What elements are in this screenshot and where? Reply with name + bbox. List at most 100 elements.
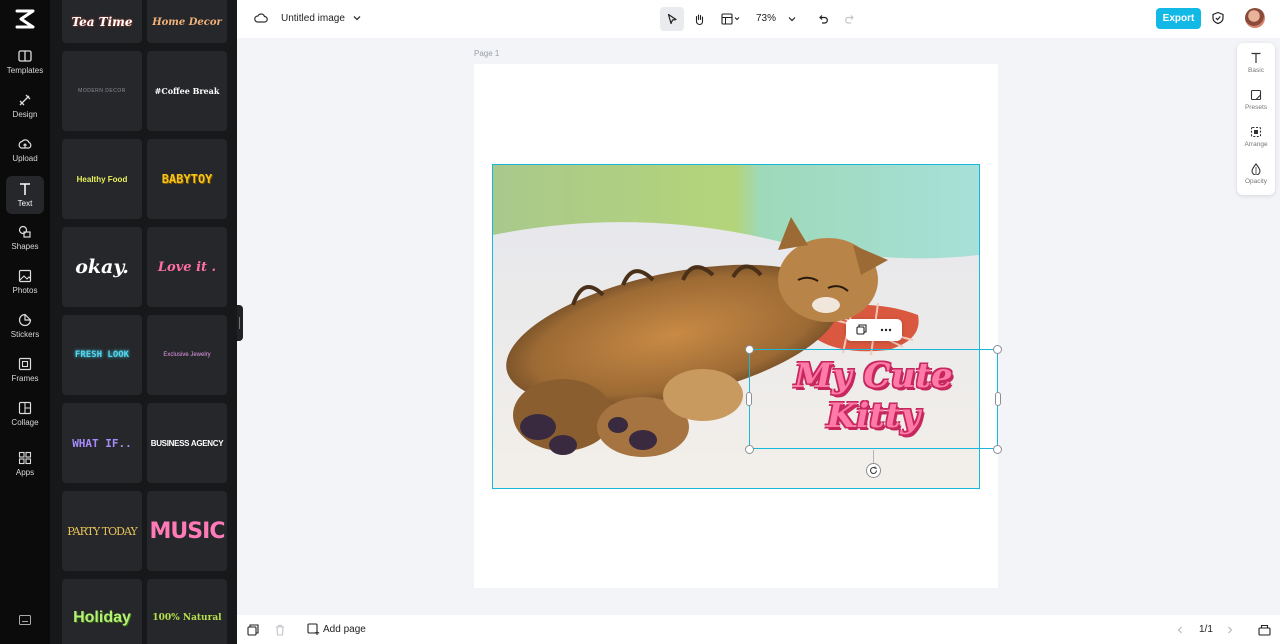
properties-presets[interactable]: Presets bbox=[1237, 89, 1275, 111]
nav-photos[interactable]: Photos bbox=[6, 266, 44, 304]
template-text: #Coffee Break bbox=[154, 86, 220, 96]
resize-handle-bottom-left[interactable] bbox=[745, 445, 754, 454]
text-template-tile[interactable]: Holiday bbox=[62, 579, 142, 644]
select-tool-button[interactable] bbox=[660, 7, 684, 31]
pointer-icon bbox=[667, 13, 677, 25]
selected-text-element[interactable]: My Cute Kitty bbox=[749, 349, 998, 449]
nav-collage[interactable]: Collage bbox=[6, 398, 44, 436]
text-template-tile[interactable]: #Coffee Break bbox=[147, 51, 227, 131]
text-template-tile[interactable]: WHAT IF.. bbox=[62, 403, 142, 483]
page-counter: 1/1 bbox=[1199, 624, 1213, 635]
properties-basic[interactable]: Basic bbox=[1237, 52, 1275, 74]
template-text: okay. bbox=[75, 256, 129, 278]
rotate-icon bbox=[870, 466, 877, 474]
template-text: Home Decor bbox=[152, 16, 222, 28]
nav-frames[interactable]: Frames bbox=[6, 354, 44, 392]
duplicate-icon[interactable] bbox=[856, 324, 867, 335]
pages-overview-icon[interactable] bbox=[1258, 624, 1271, 636]
panel-collapse-handle[interactable] bbox=[237, 305, 243, 341]
nav-label: Frames bbox=[11, 374, 39, 383]
resize-handle-top-right[interactable] bbox=[993, 345, 1002, 354]
design-icon bbox=[19, 94, 31, 106]
hand-icon bbox=[695, 13, 703, 25]
nav-label: Stickers bbox=[10, 330, 40, 339]
properties-arrange[interactable]: Arrange bbox=[1237, 126, 1275, 148]
template-text: Holiday bbox=[73, 609, 131, 626]
text-template-tile[interactable]: PARTY TODAY bbox=[62, 491, 142, 571]
nav-label: Shapes bbox=[11, 242, 39, 251]
delete-page-icon[interactable] bbox=[274, 624, 286, 636]
resize-handle-right[interactable] bbox=[995, 392, 1001, 406]
kitty-title-text[interactable]: My Cute Kitty bbox=[750, 356, 997, 436]
properties-opacity[interactable]: Opacity bbox=[1237, 163, 1275, 185]
document-title[interactable]: Untitled image bbox=[281, 13, 345, 24]
text-template-tile[interactable]: Tea Time bbox=[62, 0, 142, 43]
template-text: BUSINESS AGENCY bbox=[150, 438, 224, 448]
layout-icon bbox=[721, 13, 740, 25]
properties-panel: Basic Presets Arrange Opacity bbox=[1237, 43, 1275, 195]
nav-templates[interactable]: Templates bbox=[6, 46, 44, 84]
template-text: Healthy Food bbox=[76, 174, 128, 184]
undo-button[interactable] bbox=[814, 7, 832, 31]
app-logo-icon[interactable] bbox=[13, 8, 37, 30]
add-page-button[interactable]: Add page bbox=[323, 624, 366, 635]
text-basic-icon bbox=[1251, 52, 1261, 63]
opacity-icon bbox=[1251, 163, 1261, 175]
nav-stickers[interactable]: Stickers bbox=[6, 310, 44, 348]
nav-text[interactable]: Text bbox=[6, 176, 44, 214]
chevron-down-icon bbox=[788, 17, 796, 22]
text-template-tile[interactable]: Healthy Food bbox=[62, 139, 142, 219]
photos-icon bbox=[18, 269, 32, 283]
shield-check-icon[interactable] bbox=[1211, 11, 1225, 25]
nav-label: Design bbox=[12, 110, 38, 119]
nav-shapes[interactable]: Shapes bbox=[6, 222, 44, 260]
zoom-level[interactable]: 73% bbox=[756, 13, 776, 24]
text-template-tile[interactable]: FRESH LOOK bbox=[62, 315, 142, 395]
resize-handle-bottom-right[interactable] bbox=[993, 445, 1002, 454]
keyboard-icon[interactable] bbox=[19, 615, 31, 625]
text-template-tile[interactable]: MODERN DECOR bbox=[62, 51, 142, 131]
text-template-tile[interactable]: 100% Natural bbox=[147, 579, 227, 644]
text-template-tile[interactable]: BUSINESS AGENCY bbox=[147, 403, 227, 483]
nav-label: Photos bbox=[12, 286, 38, 295]
templates-icon bbox=[18, 50, 32, 62]
next-page-icon[interactable] bbox=[1225, 625, 1235, 635]
redo-button[interactable] bbox=[841, 7, 859, 31]
rotate-connector bbox=[873, 450, 874, 463]
rotate-handle[interactable] bbox=[866, 463, 881, 478]
more-options-icon[interactable] bbox=[880, 328, 892, 332]
zoom-menu-button[interactable] bbox=[785, 7, 799, 31]
export-button[interactable]: Export bbox=[1156, 8, 1201, 29]
duplicate-page-icon[interactable] bbox=[247, 624, 259, 636]
nav-label: Upload bbox=[12, 154, 38, 163]
previous-page-icon[interactable] bbox=[1175, 625, 1185, 635]
hand-tool-button[interactable] bbox=[687, 7, 711, 31]
left-navigation: Templates Design Upload Text Shapes Phot… bbox=[0, 0, 50, 644]
cloud-sync-icon[interactable] bbox=[254, 11, 268, 25]
layout-menu-button[interactable] bbox=[717, 7, 745, 31]
user-avatar[interactable] bbox=[1245, 8, 1265, 28]
text-template-tile[interactable]: MUSIC bbox=[147, 491, 227, 571]
text-icon bbox=[20, 183, 30, 195]
text-template-tile[interactable]: okay. bbox=[62, 227, 142, 307]
properties-label: Arrange bbox=[1244, 141, 1268, 148]
nav-design[interactable]: Design bbox=[6, 90, 44, 128]
resize-handle-left[interactable] bbox=[746, 392, 752, 406]
shapes-icon bbox=[18, 225, 31, 238]
text-template-tile[interactable]: Love it . bbox=[147, 227, 227, 307]
nav-upload[interactable]: Upload bbox=[6, 134, 44, 172]
frames-icon bbox=[18, 357, 32, 371]
resize-handle-top-left[interactable] bbox=[745, 345, 754, 354]
template-text: PARTY TODAY bbox=[67, 524, 137, 538]
text-template-tile[interactable]: BABYTOY bbox=[147, 139, 227, 219]
nav-label: Templates bbox=[6, 66, 44, 75]
chevron-down-icon[interactable] bbox=[352, 13, 362, 23]
text-templates-panel: Tea Time Home Decor MODERN DECOR #Coffee… bbox=[50, 0, 237, 644]
add-page-icon[interactable] bbox=[307, 623, 320, 636]
properties-label: Basic bbox=[1248, 67, 1264, 74]
text-template-tile[interactable]: Home Decor bbox=[147, 0, 227, 43]
text-template-tile[interactable]: Exclusive Jewelry bbox=[147, 315, 227, 395]
template-text: 100% Natural bbox=[152, 613, 222, 623]
nav-apps[interactable]: Apps bbox=[6, 448, 44, 486]
properties-label: Opacity bbox=[1244, 178, 1268, 185]
